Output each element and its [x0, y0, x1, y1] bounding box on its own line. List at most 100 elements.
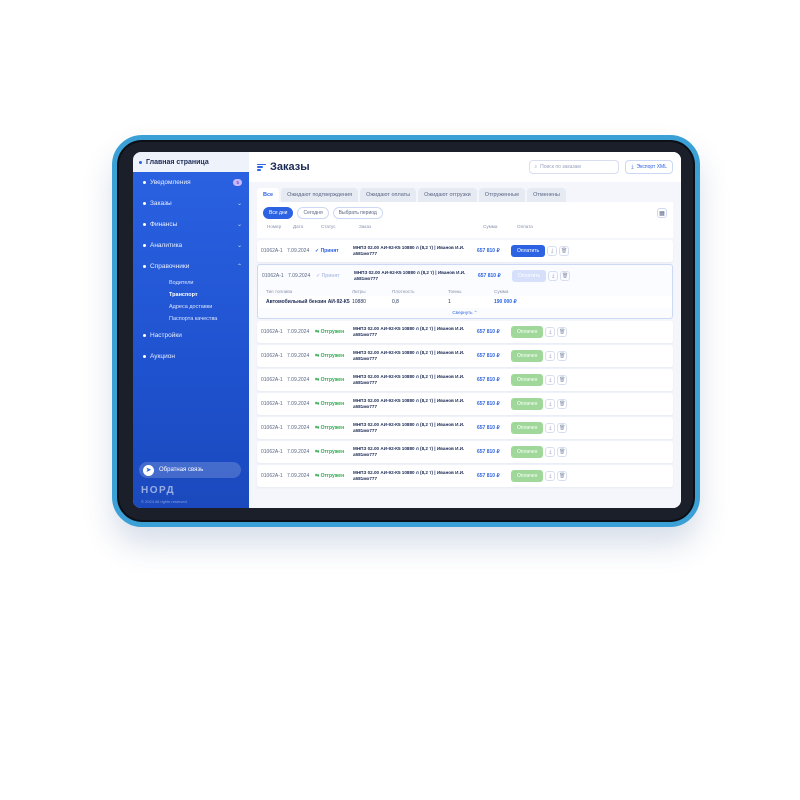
sidebar-subitem-transport[interactable]: Транспорт — [133, 289, 249, 301]
export-label: Экспорт XML — [636, 164, 667, 170]
table-row[interactable]: 01062А-1 7.09.2024 ✓ Принят МНПЗ 02.00 АИ-9… — [257, 240, 673, 262]
search-input[interactable]: ⌕ Поиск по заказам — [529, 160, 620, 174]
status-badge: ✓ Принят — [315, 248, 339, 254]
sidebar-subitem-addresses[interactable]: Адреса доставки — [133, 301, 249, 313]
order-number: 01062А-1 — [261, 425, 283, 431]
app-screen: Главная страница Уведомления 5 Заказы ⌄ … — [133, 152, 681, 508]
pay-button[interactable]: Оплачен — [511, 374, 544, 386]
table-row[interactable]: 01062А-1 7.09.2024 ⇆ Отгружен МНПЗ 02.00 АИ… — [257, 321, 673, 343]
pay-button[interactable]: Оплачен — [511, 350, 544, 362]
order-description: МНПЗ 02.00 АИ-92-К5 10880 л (8,2 т) | Ив… — [353, 446, 465, 457]
table-row[interactable]: 01062А-1 7.09.2024 ⇆ Отгружен МНПЗ 02.00 АИ… — [257, 345, 673, 367]
order-date: 7.09.2024 — [287, 248, 310, 254]
order-description: МНПЗ 02.00 АИ-92-К5 10880 л (8,2 т) | Ив… — [353, 245, 465, 256]
column-header: Тонны — [448, 289, 462, 294]
column-header: Литры — [352, 289, 366, 294]
trash-icon[interactable]: 🗑 — [557, 351, 568, 361]
table-row[interactable]: 01062А-1 7.09.2024 ⇆ Отгружен МНПЗ 02.00 АИ… — [257, 393, 673, 415]
download-icon[interactable]: ⤓ — [545, 375, 556, 385]
tab-awaiting-confirmation[interactable]: Ожидают подтверждения — [281, 188, 359, 202]
download-icon[interactable]: ⤓ — [548, 271, 559, 281]
tab-awaiting-shipment[interactable]: Ожидают отгрузки — [418, 188, 477, 202]
gear-icon — [143, 334, 146, 337]
download-icon[interactable]: ⤓ — [545, 351, 556, 361]
menu-icon[interactable] — [257, 163, 266, 171]
column-header: Плотность — [392, 289, 415, 294]
sidebar-item-home[interactable]: Главная страница — [133, 152, 249, 172]
download-icon: ⤓ — [631, 164, 634, 170]
order-date: 7.09.2024 — [287, 329, 310, 335]
sidebar-item-references[interactable]: Справочники ⌃ — [133, 256, 249, 277]
sidebar-item-analytics[interactable]: Аналитика ⌄ — [133, 235, 249, 256]
calendar-icon[interactable]: ▦ — [657, 208, 667, 218]
search-placeholder: Поиск по заказам — [540, 164, 581, 170]
order-sum: 657 810 ₽ — [478, 273, 501, 279]
pay-button[interactable]: Оплатить — [511, 245, 546, 257]
column-header: Дата — [293, 224, 304, 229]
sidebar-item-finance[interactable]: Финансы ⌄ — [133, 214, 249, 235]
sidebar-subitem-drivers[interactable]: Водители — [133, 277, 249, 289]
download-icon[interactable]: ⤓ — [547, 246, 558, 256]
trash-icon[interactable]: 🗑 — [557, 375, 568, 385]
book-icon — [143, 265, 146, 268]
tab-shipped[interactable]: Отгруженные — [478, 188, 526, 202]
table-row[interactable]: 01062А-1 7.09.2024 ⇆ Отгружен МНПЗ 02.00 АИ… — [257, 465, 673, 487]
trash-icon[interactable]: 🗑 — [560, 271, 571, 281]
order-sum: 657 810 ₽ — [477, 353, 500, 359]
filter-today[interactable]: Сегодня — [297, 207, 329, 219]
header: Заказы ⌕ Поиск по заказам ⤓ Экспорт XML — [249, 152, 681, 182]
pay-button[interactable]: Оплатить — [512, 270, 547, 282]
download-icon[interactable]: ⤓ — [545, 471, 556, 481]
sidebar-item-orders[interactable]: Заказы ⌄ — [133, 193, 249, 214]
tab-cancelled[interactable]: Отменены — [527, 188, 566, 202]
table-row[interactable]: 01062А-1 7.09.2024 ✓ Принят МНПЗ 02.00 АИ-9… — [258, 265, 672, 287]
trash-icon[interactable]: 🗑 — [557, 423, 568, 433]
table-row[interactable]: 01062А-1 7.09.2024 ⇆ Отгружен МНПЗ 02.00 АИ… — [257, 369, 673, 391]
pay-button[interactable]: Оплачен — [511, 446, 544, 458]
pay-button[interactable]: Оплачен — [511, 398, 544, 410]
expanded-order: 01062А-1 7.09.2024 ✓ Принят МНПЗ 02.00 АИ-9… — [257, 264, 673, 319]
download-icon[interactable]: ⤓ — [545, 327, 556, 337]
trash-icon[interactable]: 🗑 — [557, 399, 568, 409]
table-header: Номер Дата Статус Заказ Сумма Оплата — [263, 219, 667, 233]
trash-icon[interactable]: 🗑 — [557, 327, 568, 337]
filter-period[interactable]: Выбрать период — [332, 207, 383, 219]
tablet-device: Главная страница Уведомления 5 Заказы ⌄ … — [112, 135, 700, 527]
feedback-label: Обратная связь — [159, 467, 204, 473]
sidebar-item-label: Аналитика — [150, 242, 183, 249]
filter-panel: Все дни Сегодня Выбрать период ▦ Номер Д… — [257, 202, 673, 238]
detail-header: Тип топлива Литры Плотность Тонны Сумма — [258, 287, 672, 296]
filter-all-days[interactable]: Все дни — [263, 207, 294, 219]
page-title: Заказы — [257, 161, 310, 173]
tab-all[interactable]: Все — [257, 188, 280, 202]
collapse-button[interactable]: Свернуть ⌃ — [258, 308, 672, 318]
sidebar-item-settings[interactable]: Настройки — [133, 325, 249, 346]
pay-button[interactable]: Оплачен — [511, 422, 544, 434]
column-header: Номер — [267, 224, 282, 229]
status-tabs: Все Ожидают подтверждения Ожидают оплаты… — [249, 182, 681, 202]
chevron-down-icon: ⌄ — [236, 243, 242, 249]
list-icon — [143, 202, 146, 205]
pay-button[interactable]: Оплачен — [511, 470, 544, 482]
sidebar-subitem-quality[interactable]: Паспорта качества — [133, 313, 249, 325]
sidebar-item-label: Справочники — [150, 263, 190, 270]
home-icon — [139, 160, 142, 164]
order-date: 7.09.2024 — [287, 449, 310, 455]
feedback-button[interactable]: ➤ Обратная связь — [139, 462, 241, 478]
table-row[interactable]: 01062А-1 7.09.2024 ⇆ Отгружен МНПЗ 02.00 АИ… — [257, 417, 673, 439]
table-row[interactable]: 01062А-1 7.09.2024 ⇆ Отгружен МНПЗ 02.00 АИ… — [257, 441, 673, 463]
export-button[interactable]: ⤓ Экспорт XML — [625, 160, 673, 174]
expanded-row-slot: 01062А-1 7.09.2024 ✓ Принят МНПЗ 02.00 АИ-9… — [258, 265, 672, 287]
sidebar-item-auction[interactable]: Аукцион — [133, 346, 249, 367]
trash-icon[interactable]: 🗑 — [559, 246, 570, 256]
tab-awaiting-payment[interactable]: Ожидают оплаты — [360, 188, 417, 202]
pay-button[interactable]: Оплачен — [511, 326, 544, 338]
trash-icon[interactable]: 🗑 — [557, 471, 568, 481]
order-description: МНПЗ 02.00 АИ-92-К5 10880 л (8,2 т) | Ив… — [353, 422, 465, 433]
sidebar-item-notifications[interactable]: Уведомления 5 — [133, 172, 249, 193]
download-icon[interactable]: ⤓ — [545, 399, 556, 409]
download-icon[interactable]: ⤓ — [545, 447, 556, 457]
trash-icon[interactable]: 🗑 — [557, 447, 568, 457]
order-number: 01062А-1 — [261, 473, 283, 479]
download-icon[interactable]: ⤓ — [545, 423, 556, 433]
